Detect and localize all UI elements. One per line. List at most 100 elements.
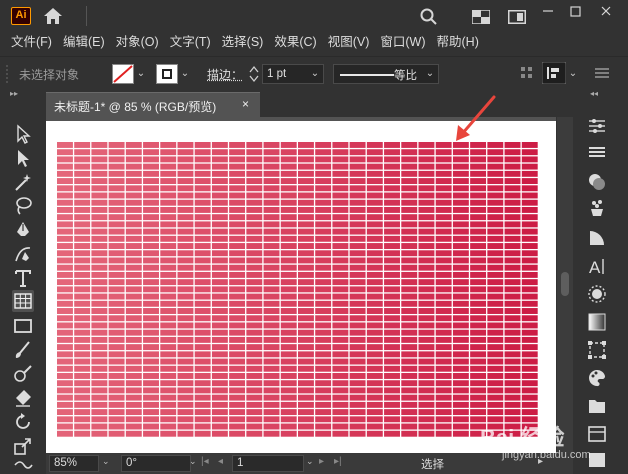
grid-cell — [74, 142, 91, 148]
grid-cell — [246, 358, 263, 365]
grid-cell — [91, 156, 108, 163]
grid-cell — [194, 192, 211, 199]
arrange-documents-icon[interactable] — [472, 10, 490, 24]
artboards-panel-icon[interactable] — [586, 423, 608, 445]
transform-dropdown-icon[interactable]: ⌄ — [566, 66, 580, 82]
grid-cell — [470, 315, 487, 322]
fill-dropdown-icon[interactable]: ⌄ — [134, 66, 148, 82]
asset-export-panel-icon[interactable] — [586, 395, 608, 417]
artboard-number-input[interactable]: 1 — [232, 455, 304, 472]
grid-cell — [435, 170, 452, 177]
grid-cell — [246, 243, 263, 249]
rotate-tool-icon[interactable] — [12, 411, 34, 433]
canvas-area[interactable] — [46, 117, 556, 453]
previous-artboard-icon[interactable]: ◂ — [218, 456, 223, 467]
selection-tool-icon[interactable] — [12, 123, 34, 145]
grid-cell — [91, 257, 108, 264]
grid-cell — [246, 308, 263, 314]
vertical-scrollbar[interactable] — [557, 117, 573, 453]
warp-tool-icon[interactable] — [12, 457, 34, 474]
menu-object[interactable]: 对象(O) — [105, 32, 159, 54]
panel-collapse-icon[interactable]: ◂◂ — [590, 89, 598, 99]
direct-selection-tool-icon[interactable] — [12, 147, 34, 169]
menu-help[interactable]: 帮助(H) — [426, 32, 479, 54]
grid-cell — [384, 365, 400, 372]
scale-tool-icon[interactable] — [12, 435, 34, 457]
stroke-stepper-icon[interactable] — [249, 64, 259, 84]
grid-cell — [487, 156, 504, 163]
last-artboard-icon[interactable]: ▸| — [334, 456, 342, 467]
menu-file[interactable]: 文件(F) — [0, 32, 52, 54]
stroke-label[interactable]: 描边： — [207, 66, 243, 83]
grid-cell — [315, 300, 332, 307]
rotation-dropdown-icon[interactable]: ⌄ — [189, 456, 197, 467]
menu-window[interactable]: 窗口(W) — [369, 32, 425, 54]
close-tab-icon[interactable]: × — [242, 97, 249, 111]
pen-tool-icon[interactable] — [12, 219, 34, 241]
character-panel-icon[interactable]: A — [586, 255, 608, 277]
rotation-input[interactable]: 0° — [121, 455, 191, 472]
grid-cell — [229, 142, 246, 148]
color-panel-icon[interactable] — [586, 171, 608, 193]
close-window-icon[interactable] — [599, 4, 613, 18]
zoom-dropdown-icon[interactable]: ⌄ — [102, 456, 110, 467]
grid-cell — [194, 214, 211, 221]
libraries-panel-icon[interactable] — [586, 197, 608, 219]
grid-cell — [91, 192, 108, 199]
layers-panel-icon[interactable] — [586, 141, 608, 163]
properties-panel-icon[interactable] — [586, 115, 608, 137]
home-icon[interactable] — [42, 6, 64, 26]
grid-cell — [194, 271, 211, 278]
magic-wand-tool-icon[interactable] — [12, 171, 34, 193]
grid-cell — [487, 286, 504, 293]
stroke-weight-dropdown-icon[interactable]: ⌄ — [308, 66, 322, 82]
menu-view[interactable]: 视图(V) — [317, 32, 370, 54]
scrollbar-thumb[interactable] — [561, 272, 569, 296]
next-artboard-icon[interactable]: ▸ — [319, 456, 324, 467]
curvature-tool-icon[interactable] — [12, 243, 34, 265]
zoom-level-input[interactable]: 85% — [49, 455, 99, 472]
toolbar-collapse-icon[interactable]: ▸▸ — [10, 89, 18, 99]
paintbrush-tool-icon[interactable] — [12, 339, 34, 361]
profile-dropdown-icon[interactable]: ⌄ — [423, 66, 437, 82]
stroke-swatch[interactable] — [156, 64, 178, 84]
stroke-dropdown-icon[interactable]: ⌄ — [178, 66, 192, 82]
search-icon[interactable] — [420, 8, 438, 26]
fill-swatch[interactable] — [112, 64, 134, 84]
grid-cell — [57, 293, 73, 300]
maximize-icon[interactable] — [569, 4, 583, 18]
minimize-icon[interactable] — [541, 4, 555, 18]
menu-select[interactable]: 选择(S) — [211, 32, 264, 54]
grid-cell — [366, 401, 383, 408]
transform-panel-icon[interactable] — [542, 62, 566, 84]
menu-effect[interactable]: 效果(C) — [263, 32, 316, 54]
gradient-panel-icon[interactable] — [586, 311, 608, 333]
appearance-panel-icon[interactable] — [586, 283, 608, 305]
menu-type[interactable]: 文字(T) — [159, 32, 211, 54]
panel-menu-icon[interactable] — [595, 67, 609, 79]
lasso-tool-icon[interactable] — [12, 195, 34, 217]
color-guide-panel-icon[interactable] — [586, 227, 608, 249]
menu-edit[interactable]: 编辑(E) — [52, 32, 105, 54]
rectangular-grid[interactable] — [57, 142, 539, 438]
grid-cell — [384, 228, 400, 235]
rectangle-tool-icon[interactable] — [12, 315, 34, 337]
workspace-icon[interactable] — [508, 10, 526, 24]
type-tool-icon[interactable] — [12, 267, 34, 289]
grid-cell — [160, 206, 177, 213]
grid-cell — [452, 286, 469, 293]
eraser-tool-icon[interactable] — [12, 387, 34, 409]
align-grid-icon[interactable] — [520, 66, 534, 80]
tab-document[interactable]: 未标题-1* @ 85 % (RGB/预览) × — [46, 92, 260, 117]
grid-cell — [74, 192, 91, 199]
grid-cell — [160, 394, 177, 401]
artboard-dropdown-icon[interactable]: ⌄ — [306, 456, 314, 467]
rectangular-grid-tool-icon[interactable] — [12, 290, 34, 312]
shaper-tool-icon[interactable] — [12, 363, 34, 385]
swatches-panel-icon[interactable] — [586, 367, 608, 389]
grid-cell — [263, 271, 280, 278]
first-artboard-icon[interactable]: |◂ — [201, 456, 209, 467]
transform-icon[interactable] — [586, 339, 608, 361]
artboard[interactable] — [46, 121, 556, 453]
grid-cell — [91, 206, 108, 213]
